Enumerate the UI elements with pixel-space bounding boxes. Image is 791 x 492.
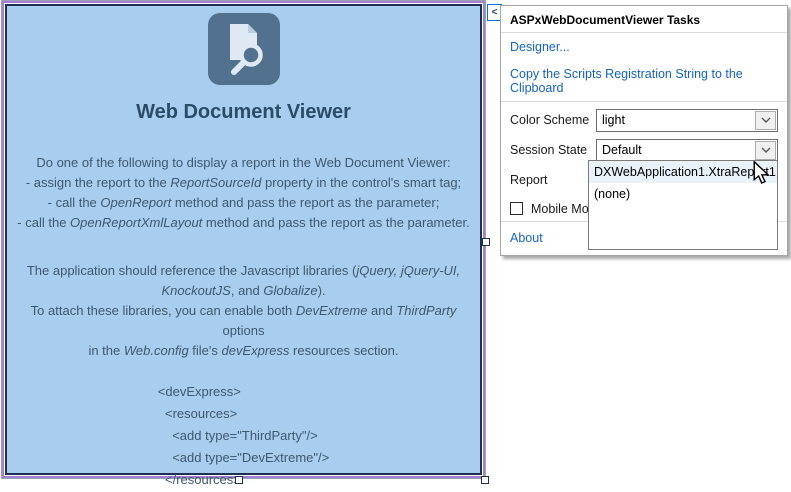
italic-term: Globalize [263, 283, 318, 298]
text-segment: and [367, 303, 397, 318]
text-segment: Do one of the following to display a rep… [36, 155, 451, 170]
session-state-label: Session State [510, 143, 588, 157]
color-scheme-label: Color Scheme [510, 113, 590, 127]
chevron-down-icon[interactable] [755, 140, 776, 160]
text-segment: options [222, 323, 265, 338]
chevron-down-icon[interactable] [755, 110, 776, 130]
session-state-combobox[interactable]: Default [596, 138, 778, 162]
mobile-mode-checkbox[interactable] [510, 202, 523, 215]
text-segment: in the [88, 343, 124, 358]
resize-handle-bottom-right[interactable] [481, 476, 489, 484]
text-segment: To attach these libraries, you can enabl… [30, 303, 296, 318]
italic-term: DevExtreme [295, 303, 368, 318]
italic-term: ThirdParty [396, 303, 457, 318]
text-segment: - call the [17, 215, 71, 230]
italic-term: ReportSourceId [170, 175, 262, 190]
text-segment: The application should reference the Jav… [26, 263, 357, 278]
italic-term: OpenReportXmlLayout [70, 215, 203, 230]
instructions-paragraph: Do one of the following to display a rep… [7, 153, 480, 233]
text-segment: method and pass the report as the parame… [202, 215, 470, 230]
italic-term: KnockoutJS [161, 283, 231, 298]
color-scheme-row: Color Scheme light [510, 105, 778, 135]
text-segment: file's [188, 343, 222, 358]
text-segment: - assign the report to the [25, 175, 171, 190]
color-scheme-combobox[interactable]: light [596, 108, 778, 132]
text-segment: ). [317, 283, 326, 298]
report-label: Report [510, 173, 548, 187]
italic-term: Web.config [123, 343, 189, 358]
italic-term: jQuery, jQuery-UI, [356, 263, 461, 278]
text-segment: method and pass the report as the parame… [171, 195, 440, 210]
report-dropdown-list: DXWebApplication1.XtraReport1 (none) [588, 160, 778, 250]
page-title: Web Document Viewer [136, 101, 351, 123]
designer-link[interactable]: Designer... [501, 33, 787, 60]
text-segment: property in the control's smart tag; [261, 175, 462, 190]
tasks-panel-title: ASPxWebDocumentViewer Tasks [510, 13, 701, 27]
report-dropdown-item[interactable]: (none) [589, 183, 777, 205]
web-document-viewer-control[interactable]: Web Document Viewer Do one of the follow… [5, 4, 482, 487]
report-dropdown-item[interactable]: DXWebApplication1.XtraReport1 [589, 161, 777, 183]
italic-term: OpenReport [100, 195, 172, 210]
config-code-sample: <devExpress> <resources> <add type="Thir… [157, 384, 330, 487]
resize-handle-middle-right[interactable] [482, 238, 490, 246]
italic-term: devExpress [221, 343, 290, 358]
color-scheme-value: light [602, 113, 625, 127]
copy-scripts-link[interactable]: Copy the Scripts Registration String to … [501, 60, 787, 101]
session-state-value: Default [602, 143, 642, 157]
resize-handle-bottom-center[interactable] [235, 476, 243, 484]
text-segment: , and [230, 283, 264, 298]
text-segment: resources section. [289, 343, 399, 358]
libraries-paragraph: The application should reference the Jav… [7, 261, 480, 361]
document-search-icon [207, 13, 280, 85]
text-segment: - call the [47, 195, 101, 210]
